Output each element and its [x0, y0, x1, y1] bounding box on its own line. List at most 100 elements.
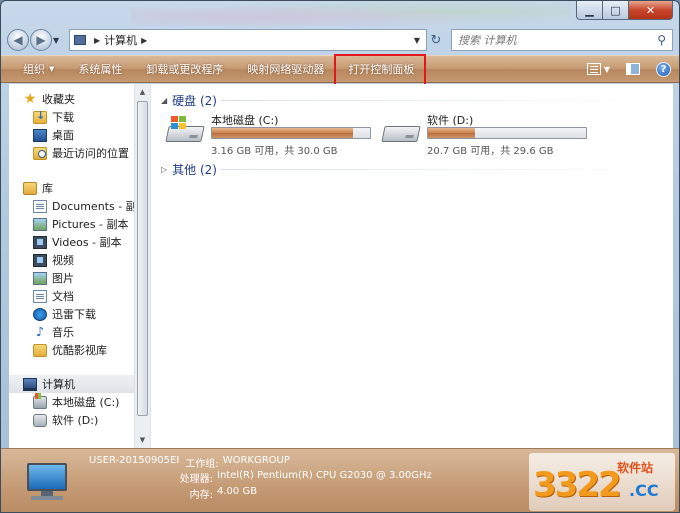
nav-documents[interactable]: 文档	[33, 287, 74, 305]
drive-usage-bar	[211, 127, 371, 139]
maximize-button[interactable]: □	[603, 1, 629, 20]
back-button[interactable]: ◀	[7, 29, 29, 51]
nav-music-label: 音乐	[52, 326, 74, 339]
breadcrumb-computer[interactable]: 计算机	[104, 32, 137, 48]
nav-video-label: 视频	[52, 254, 74, 267]
uninstall-program-button[interactable]: 卸载或更改程序	[134, 58, 235, 80]
breadcrumb-separator-icon[interactable]: ▶	[141, 36, 147, 45]
processor-row: 处理器: Intel(R) Pentium(R) CPU G2030 @ 3.0…	[177, 470, 432, 485]
nav-youku[interactable]: 优酷影视库	[33, 341, 107, 359]
nav-libraries[interactable]: 库	[23, 179, 53, 197]
drive-c-tile[interactable]: 本地磁盘 (C:) 3.16 GB 可用，共 30.0 GB	[165, 112, 371, 157]
search-input[interactable]	[458, 33, 658, 47]
nav-pictures-copy-label: Pictures - 副本	[52, 218, 129, 231]
forward-button[interactable]: ▶	[30, 29, 52, 51]
group-divider	[221, 169, 661, 170]
expand-arrow-icon[interactable]: ▷	[161, 165, 167, 174]
drive-usage-bar	[427, 127, 587, 139]
windows-logo-icon	[171, 116, 186, 130]
group-divider	[221, 100, 661, 101]
xunlei-icon	[33, 307, 47, 321]
nav-documents-copy[interactable]: Documents - 副本	[33, 197, 135, 215]
computer-icon	[23, 377, 37, 391]
processor-value: Intel(R) Pentium(R) CPU G2030 @ 3.00GHz	[217, 470, 432, 481]
youku-folder-icon	[33, 343, 47, 357]
search-icon[interactable]: ⚲	[657, 33, 666, 47]
nav-music[interactable]: ♪ 音乐	[33, 323, 74, 341]
navigation-pane: ★ 收藏夹 下载 桌面 最近访问的位置 库 Documents - 副本 Pict…	[9, 84, 151, 448]
nav-documents-label: 文档	[52, 290, 74, 303]
nav-favorites[interactable]: ★ 收藏夹	[23, 90, 75, 108]
scroll-down-icon[interactable]: ▼	[135, 432, 150, 448]
nav-drive-d[interactable]: 软件 (D:)	[33, 411, 98, 429]
system-properties-button[interactable]: 系统属性	[66, 58, 134, 80]
document-icon	[33, 289, 47, 303]
nav-tree: ★ 收藏夹 下载 桌面 最近访问的位置 库 Documents - 副本 Pict…	[9, 84, 135, 448]
memory-row: 内存: 4.00 GB	[177, 486, 257, 501]
organize-button[interactable]: 组织 ▼	[11, 58, 66, 80]
nav-computer[interactable]: 计算机	[9, 375, 134, 393]
caption-buttons: ▁ □ ✕	[576, 1, 673, 21]
drive-d-tile[interactable]: 软件 (D:) 20.7 GB 可用，共 29.6 GB	[381, 112, 587, 157]
watermark-site: 软件站	[617, 461, 654, 475]
music-icon: ♪	[35, 324, 45, 340]
watermark-tld: .CC	[629, 481, 659, 500]
nav-drive-c[interactable]: 本地磁盘 (C:)	[33, 392, 120, 411]
nav-drive-c-label: 本地磁盘 (C:)	[52, 396, 120, 409]
preview-pane-icon[interactable]	[626, 63, 640, 75]
nav-recent-places[interactable]: 最近访问的位置	[33, 144, 129, 162]
recent-places-icon	[33, 146, 47, 160]
view-options-dropdown-icon[interactable]: ▼	[604, 65, 610, 74]
nav-pictures-copy[interactable]: Pictures - 副本	[33, 215, 129, 233]
back-arrow-icon: ◀	[13, 33, 23, 47]
nav-drive-d-label: 软件 (D:)	[52, 414, 99, 427]
recent-pages-dropdown[interactable]: ▼	[53, 36, 65, 45]
star-icon: ★	[23, 90, 37, 107]
computer-large-icon	[23, 463, 71, 501]
memory-label: 内存:	[189, 490, 213, 501]
command-bar-right: ▼ ?	[586, 61, 679, 77]
nav-documents-copy-label: Documents - 副本	[52, 200, 135, 213]
downloads-folder-icon	[33, 109, 47, 124]
explorer-window: ▁ □ ✕ ◀ ▶ ▼ ▶ 计算机 ▶ ▼ ↻ ⚲ 组织 ▼ 系统属性 卸载或更改…	[0, 0, 680, 513]
nav-recent-label: 最近访问的位置	[52, 147, 129, 160]
refresh-icon[interactable]: ↻	[427, 33, 445, 48]
scroll-up-icon[interactable]: ▲	[135, 84, 150, 100]
nav-xunlei-downloads[interactable]: 迅雷下载	[33, 305, 96, 323]
nav-videos-copy-label: Videos - 副本	[52, 236, 122, 249]
pictures-icon	[33, 271, 47, 285]
scroll-thumb[interactable]	[137, 101, 148, 416]
computer-name-row: USER-20150905EI 工作组: WORKGROUP	[89, 455, 290, 470]
nav-computer-label: 计算机	[42, 378, 75, 391]
video-icon	[33, 253, 47, 267]
watermark-logo: 3322 软件站 .CC	[529, 453, 675, 511]
nav-downloads[interactable]: 下载	[33, 108, 74, 126]
document-icon	[33, 199, 47, 213]
help-icon[interactable]: ?	[656, 61, 671, 77]
forward-arrow-icon: ▶	[36, 33, 46, 47]
group-hard-disks[interactable]: ◢ 硬盘 (2)	[161, 92, 217, 109]
address-bar[interactable]: ▶ 计算机 ▶ ▼	[69, 29, 427, 51]
breadcrumb-separator-icon[interactable]: ▶	[94, 36, 100, 45]
nav-pictures[interactable]: 图片	[33, 269, 74, 287]
change-view-icon[interactable]	[586, 63, 601, 75]
minimize-button[interactable]: ▁	[576, 1, 603, 20]
titlebar-background	[131, 1, 571, 27]
group-other[interactable]: ▷ 其他 (2)	[161, 161, 217, 178]
pictures-icon	[33, 217, 47, 231]
drive-name: 本地磁盘 (C:)	[211, 114, 279, 127]
nav-videos-copy[interactable]: Videos - 副本	[33, 233, 122, 251]
nav-youku-label: 优酷影视库	[52, 344, 107, 357]
dropdown-arrow-icon: ▼	[49, 65, 55, 73]
workgroup-label: 工作组:	[185, 459, 219, 470]
nav-video[interactable]: 视频	[33, 251, 74, 269]
nav-scrollbar[interactable]: ▲ ▼	[134, 84, 150, 448]
collapse-arrow-icon[interactable]: ◢	[161, 96, 167, 105]
details-pane: USER-20150905EI 工作组: WORKGROUP 处理器: Inte…	[1, 448, 679, 512]
close-button[interactable]: ✕	[629, 1, 673, 20]
highlight-box	[334, 54, 426, 87]
map-network-drive-button[interactable]: 映射网络驱动器	[235, 58, 336, 80]
address-history-dropdown[interactable]: ▼	[408, 36, 426, 45]
search-box[interactable]: ⚲	[451, 29, 673, 51]
nav-desktop[interactable]: 桌面	[33, 126, 74, 144]
